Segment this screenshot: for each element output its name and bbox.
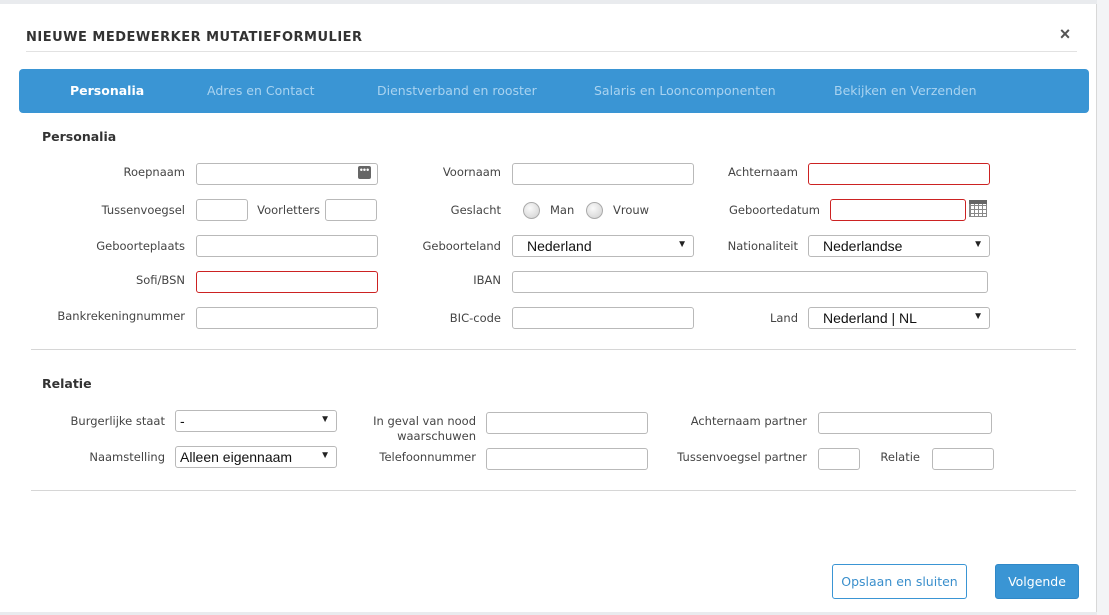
chevron-down-icon: ▼ — [320, 450, 330, 461]
section-divider — [31, 490, 1076, 491]
burgerlijke-staat-select[interactable]: - ▼ — [175, 410, 337, 432]
modal-title: NIEUWE MEDEWERKER MUTATIEFORMULIER — [26, 30, 363, 45]
label-nood-line1: In geval van nood — [373, 414, 476, 428]
bic-code-input[interactable] — [512, 307, 694, 329]
relatie-input[interactable] — [932, 448, 994, 470]
naamstelling-select[interactable]: Alleen eigennaam ▼ — [175, 446, 337, 468]
tab-bekijken-en-verzenden[interactable]: Bekijken en Verzenden — [834, 69, 977, 113]
voorletters-input[interactable] — [325, 199, 377, 221]
achternaam-partner-input[interactable] — [818, 412, 992, 434]
label-achternaam: Achternaam — [728, 165, 798, 179]
label-tussenvoegsel-partner: Tussenvoegsel partner — [677, 450, 807, 464]
label-geboorteplaats: Geboorteplaats — [96, 239, 185, 253]
label-iban: IBAN — [473, 273, 501, 287]
label-land: Land — [769, 311, 798, 325]
section-divider — [31, 349, 1076, 350]
geboorteland-value: Nederland — [527, 238, 592, 254]
ellipsis-icon[interactable]: ••• — [358, 166, 371, 179]
tab-adres-en-contact[interactable]: Adres en Contact — [207, 69, 315, 113]
nationaliteit-select[interactable]: Nederlandse ▼ — [808, 235, 990, 257]
label-geslacht: Geslacht — [450, 203, 501, 217]
telefoonnummer-input[interactable] — [486, 448, 648, 470]
naamstelling-value: Alleen eigennaam — [180, 449, 293, 465]
tussenvoegsel-input[interactable] — [196, 199, 248, 221]
radio-man[interactable] — [523, 202, 540, 219]
label-relatie: Relatie — [880, 450, 920, 464]
label-sofi-bsn: Sofi/BSN — [135, 273, 185, 287]
iban-input[interactable] — [512, 271, 988, 293]
roepnaam-input[interactable] — [196, 163, 378, 185]
chevron-down-icon: ▼ — [973, 311, 983, 322]
chevron-down-icon: ▼ — [973, 239, 983, 250]
label-voorletters: Voorletters — [257, 203, 320, 217]
geboortedatum-input[interactable] — [830, 199, 966, 221]
radio-vrouw[interactable] — [586, 202, 603, 219]
nationaliteit-value: Nederlandse — [823, 238, 903, 254]
label-tussenvoegsel: Tussenvoegsel — [101, 203, 185, 217]
label-geboortedatum: Geboortedatum — [728, 203, 820, 217]
geboorteplaats-input[interactable] — [196, 235, 378, 257]
label-naamstelling: Naamstelling — [89, 450, 165, 464]
radio-man-label: Man — [550, 203, 575, 217]
label-voornaam: Voornaam — [442, 165, 501, 179]
backdrop — [1097, 0, 1109, 615]
calendar-icon[interactable] — [969, 200, 987, 217]
tab-salaris-en-looncomponenten[interactable]: Salaris en Looncomponenten — [594, 69, 776, 113]
chevron-down-icon: ▼ — [677, 239, 687, 250]
label-achternaam-partner: Achternaam partner — [690, 414, 807, 428]
label-burgerlijke-staat: Burgerlijke staat — [70, 414, 165, 428]
land-value: Nederland | NL — [823, 310, 917, 326]
label-bankrekeningnummer: Bankrekeningnummer — [57, 309, 185, 323]
burgerlijke-staat-value: - — [180, 413, 185, 429]
title-divider — [26, 51, 1077, 52]
label-geboorteland: Geboorteland — [422, 239, 501, 253]
section-title-relatie: Relatie — [42, 376, 92, 391]
label-nood-line2: waarschuwen — [397, 429, 476, 443]
section-title-personalia: Personalia — [42, 129, 117, 144]
land-select[interactable]: Nederland | NL ▼ — [808, 307, 990, 329]
voornaam-input[interactable] — [512, 163, 694, 185]
label-nationaliteit: Nationaliteit — [727, 239, 798, 253]
geboorteland-select[interactable]: Nederland ▼ — [512, 235, 694, 257]
tab-dienstverband-en-rooster[interactable]: Dienstverband en rooster — [377, 69, 537, 113]
noodcontact-input[interactable] — [486, 412, 648, 434]
bankrekeningnummer-input[interactable] — [196, 307, 378, 329]
chevron-down-icon: ▼ — [320, 414, 330, 425]
mutatie-modal: NIEUWE MEDEWERKER MUTATIEFORMULIER × Per… — [0, 4, 1097, 612]
label-bic-code: BIC-code — [449, 311, 501, 325]
label-roepnaam: Roepnaam — [123, 165, 185, 179]
sofi-bsn-input[interactable] — [196, 271, 378, 293]
next-button[interactable]: Volgende — [995, 564, 1079, 599]
save-and-close-button[interactable]: Opslaan en sluiten — [832, 564, 967, 599]
wizard-tabs: Personalia Adres en Contact Dienstverban… — [19, 69, 1089, 113]
tab-personalia[interactable]: Personalia — [70, 69, 144, 113]
close-icon[interactable]: × — [1057, 25, 1073, 43]
tussenvoegsel-partner-input[interactable] — [818, 448, 860, 470]
radio-vrouw-label: Vrouw — [613, 203, 650, 217]
achternaam-input[interactable] — [808, 163, 990, 185]
label-telefoonnummer: Telefoonnummer — [379, 450, 476, 464]
